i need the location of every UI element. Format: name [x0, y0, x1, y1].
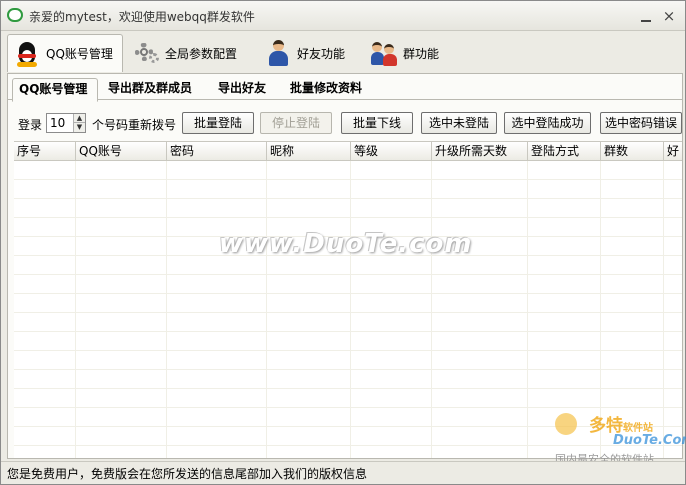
column-header-group-count[interactable]: 群数 — [601, 142, 664, 161]
tab-label: QQ账号管理 — [46, 47, 113, 61]
gear-icon — [133, 39, 159, 67]
redial-suffix-label: 个号码重新拨号 — [92, 118, 177, 132]
stop-login-button[interactable]: 停止登陆 — [260, 112, 332, 134]
status-bar: 您是免费用户，免费版会在您所发送的信息尾部加入我们的版权信息 — [1, 461, 685, 484]
site-watermark: www.DuoTe.com — [219, 229, 473, 259]
tab-label: 好友功能 — [297, 46, 346, 61]
column-divider — [350, 161, 351, 458]
subtab-export-groups[interactable]: 导出群及群成员 — [102, 78, 212, 100]
friend-icon — [265, 39, 291, 67]
column-divider — [527, 161, 528, 458]
sub-tab-bar: QQ账号管理 导出群及群成员 导出好友 批量修改资料 — [8, 76, 682, 102]
status-text: 您是免费用户，免费版会在您所发送的信息尾部加入我们的版权信息 — [7, 467, 368, 481]
column-divider — [266, 161, 267, 458]
subtab-batch-edit-profile[interactable]: 批量修改资料 — [284, 78, 384, 100]
window-title: 亲爱的mytest，欢迎使用webqq群发软件 — [29, 10, 255, 24]
main-toolbar: QQ账号管理 全局参数配置 好友功能 群功能 — [1, 31, 685, 73]
mascot-icon — [555, 413, 577, 435]
batch-login-button[interactable]: 批量登陆 — [182, 112, 254, 134]
login-label: 登录 — [18, 118, 43, 132]
tab-label: 全局参数配置 — [165, 46, 238, 61]
column-divider — [75, 161, 76, 458]
close-button[interactable]: × — [661, 9, 677, 24]
select-login-success-button[interactable]: 选中登陆成功 — [504, 112, 591, 134]
app-logo-icon — [7, 8, 23, 22]
stepper-up-icon[interactable]: ▲ — [74, 114, 85, 123]
tab-qq-account[interactable]: QQ账号管理 — [7, 34, 123, 72]
minimize-button[interactable] — [638, 9, 654, 23]
redial-count-value[interactable]: 10 — [50, 116, 65, 130]
column-header-login-method[interactable]: 登陆方式 — [528, 142, 601, 161]
logo-line2: DuoTe.Com — [613, 433, 686, 448]
column-header-qq-account[interactable]: QQ账号 — [76, 142, 167, 161]
stepper-buttons: ▲ ▼ — [73, 114, 85, 132]
content-panel: QQ账号管理 导出群及群成员 导出好友 批量修改资料 登录 10 ▲ ▼ 个号码… — [7, 73, 683, 459]
title-bar[interactable]: 亲爱的mytest，欢迎使用webqq群发软件 × — [1, 1, 685, 31]
select-not-logged-in-button[interactable]: 选中未登陆 — [421, 112, 497, 134]
subtab-export-friends[interactable]: 导出好友 — [212, 78, 286, 100]
tab-group-functions[interactable]: 群功能 — [365, 34, 455, 72]
column-header-truncated[interactable]: 好 — [664, 142, 682, 161]
tab-global-config[interactable]: 全局参数配置 — [127, 34, 249, 72]
column-header-level[interactable]: 等级 — [351, 142, 432, 161]
stepper-down-icon[interactable]: ▼ — [74, 123, 85, 132]
column-header-password[interactable]: 密码 — [167, 142, 267, 161]
tab-label: 群功能 — [403, 46, 440, 61]
table-header: 序号 QQ账号 密码 昵称 等级 升级所需天数 登陆方式 群数 好 — [14, 142, 682, 161]
column-header-nickname[interactable]: 昵称 — [267, 142, 351, 161]
column-divider — [166, 161, 167, 458]
redial-count-stepper[interactable]: 10 ▲ ▼ — [46, 113, 86, 133]
app-window: 亲爱的mytest，欢迎使用webqq群发软件 × QQ账号管理 全局参数配置 … — [0, 0, 686, 485]
control-row: 登录 10 ▲ ▼ 个号码重新拨号 批量登陆 停止登陆 批量下线 选中未登陆 选… — [8, 110, 682, 136]
select-password-error-button[interactable]: 选中密码错误 — [600, 112, 682, 134]
batch-logout-button[interactable]: 批量下线 — [341, 112, 413, 134]
tab-friend-functions[interactable]: 好友功能 — [259, 34, 359, 72]
penguin-icon — [14, 40, 40, 68]
group-icon — [371, 39, 397, 67]
column-divider — [431, 161, 432, 458]
subtab-qq-account[interactable]: QQ账号管理 — [12, 78, 98, 102]
column-header-upgrade-days[interactable]: 升级所需天数 — [432, 142, 528, 161]
column-header-index[interactable]: 序号 — [14, 142, 76, 161]
